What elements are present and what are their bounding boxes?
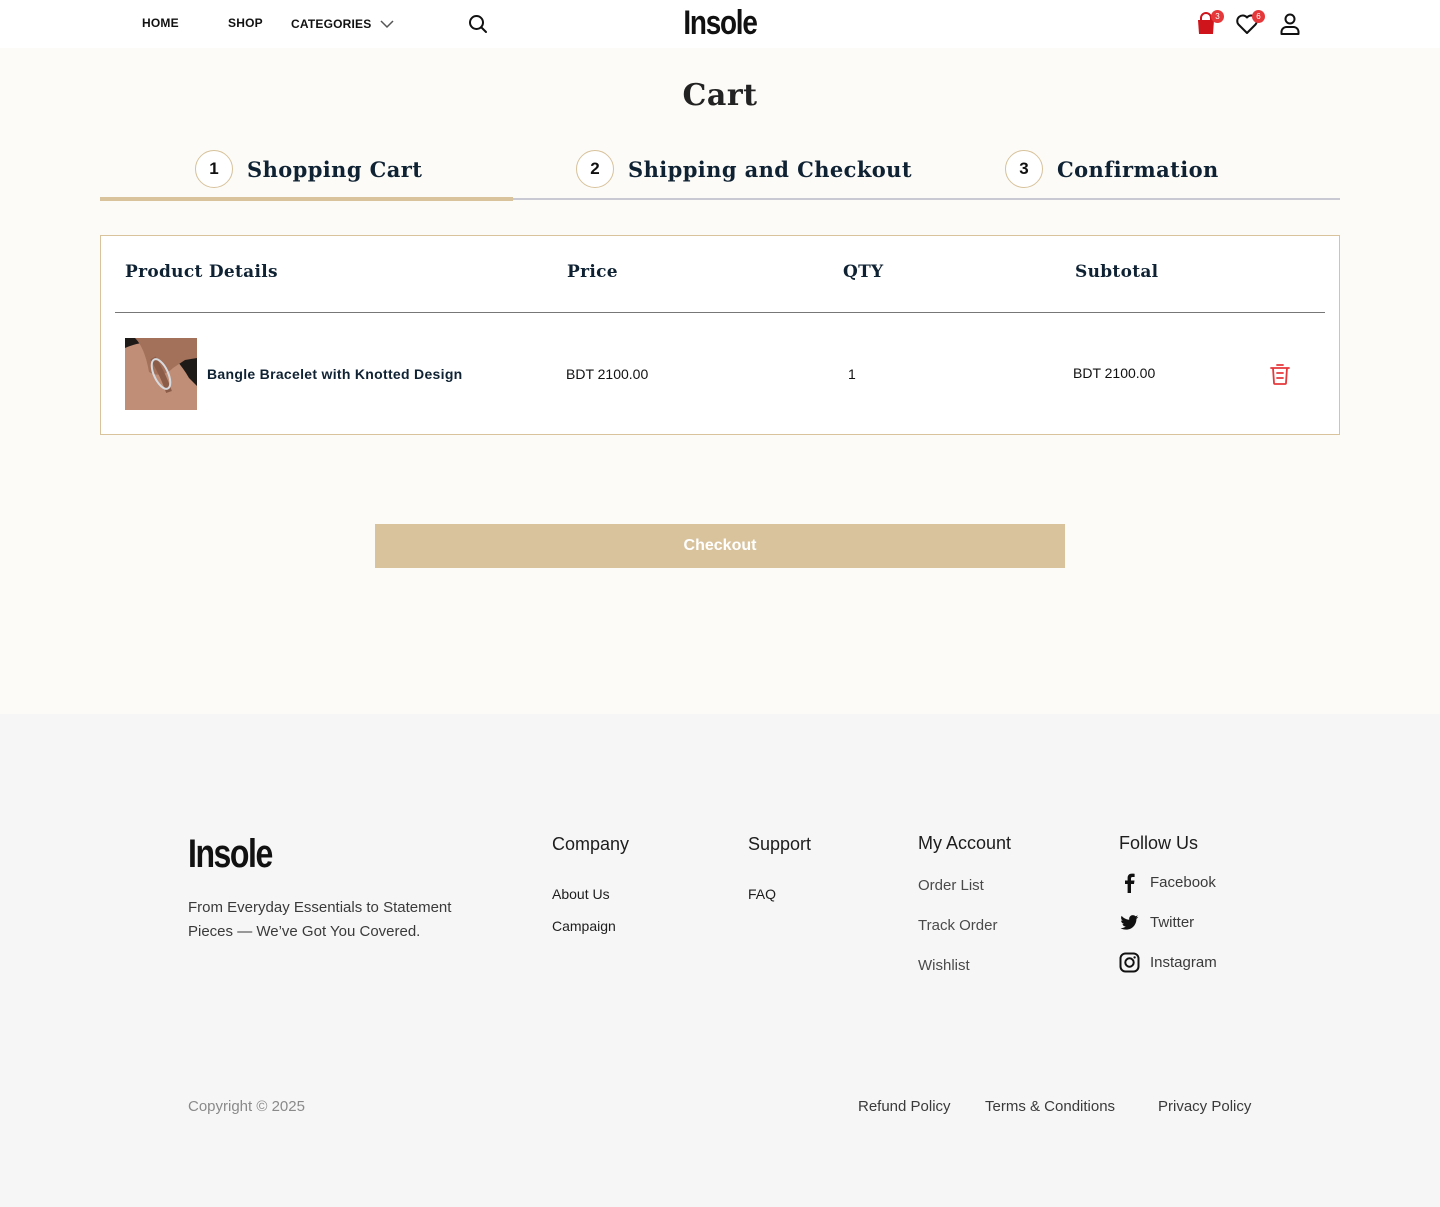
footer-follow-heading: Follow Us <box>1119 833 1199 853</box>
social-label: Facebook <box>1150 874 1216 891</box>
footer-account-heading: My Account <box>918 833 1012 853</box>
product-name-link[interactable]: Bangle Bracelet with Knotted Design <box>207 366 463 382</box>
column-header-qty: QTY <box>843 262 884 282</box>
footer-twitter-link[interactable]: Twitter <box>1119 912 1194 933</box>
account-button[interactable] <box>1278 12 1302 36</box>
page-title: Cart <box>682 78 758 113</box>
cart-count-badge: 3 <box>1211 10 1224 23</box>
facebook-icon <box>1125 873 1135 893</box>
footer-tagline: From Everyday Essentials to Statement Pi… <box>188 899 452 940</box>
footer-instagram-link[interactable]: Instagram <box>1119 952 1217 973</box>
footer-support-heading: Support <box>748 834 812 854</box>
step-number: 2 <box>576 150 614 188</box>
product-subtotal: BDT 2100.00 <box>1073 365 1156 381</box>
step-number: 3 <box>1005 150 1043 188</box>
terms-conditions-link[interactable]: Terms & Conditions <box>985 1098 1115 1115</box>
social-label: Twitter <box>1150 914 1195 931</box>
table-header-divider <box>115 312 1325 313</box>
column-header-product: Product Details <box>125 262 278 282</box>
product-thumbnail[interactable] <box>125 338 197 410</box>
product-image <box>125 338 197 410</box>
trash-icon[interactable] <box>1269 362 1291 386</box>
cart-table: Product Details Price QTY Subtotal Bangl… <box>100 235 1340 435</box>
site-logo[interactable]: Insole <box>130 4 1311 43</box>
step-shipping-checkout[interactable]: 2 Shipping and Checkout <box>576 150 912 188</box>
copyright-text: Copyright © 2025 <box>188 1098 305 1115</box>
twitter-icon <box>1120 915 1139 930</box>
user-icon <box>1280 13 1300 35</box>
column-header-price: Price <box>567 262 618 282</box>
checkout-steps: 1 Shopping Cart 2 Shipping and Checkout … <box>100 150 1340 202</box>
product-quantity[interactable]: 1 <box>848 366 856 382</box>
step-number: 1 <box>195 150 233 188</box>
product-price: BDT 2100.00 <box>566 366 649 382</box>
footer-track-order-link[interactable]: Track Order <box>918 917 997 934</box>
instagram-icon <box>1119 952 1140 973</box>
wishlist-button[interactable]: 6 <box>1235 10 1265 36</box>
step-shopping-cart[interactable]: 1 Shopping Cart <box>195 150 422 188</box>
step-confirmation[interactable]: 3 Confirmation <box>1005 150 1219 188</box>
column-header-subtotal: Subtotal <box>1075 262 1159 282</box>
footer-campaign-link[interactable]: Campaign <box>552 918 616 934</box>
footer-faq-link[interactable]: FAQ <box>748 886 776 902</box>
footer-wishlist-link[interactable]: Wishlist <box>918 957 970 974</box>
footer-company-heading: Company <box>552 834 630 854</box>
checkout-button[interactable]: Checkout <box>375 524 1065 568</box>
footer-facebook-link[interactable]: Facebook <box>1119 872 1216 893</box>
step-label: Shipping and Checkout <box>628 156 912 182</box>
refund-policy-link[interactable]: Refund Policy <box>858 1098 951 1115</box>
social-label: Instagram <box>1150 954 1217 971</box>
site-footer: Insole From Everyday Essentials to State… <box>0 714 1440 1207</box>
footer-logo[interactable]: Insole <box>188 832 273 877</box>
privacy-policy-link[interactable]: Privacy Policy <box>1158 1098 1251 1115</box>
wishlist-count-badge: 6 <box>1252 10 1265 23</box>
footer-about-link[interactable]: About Us <box>552 886 610 902</box>
cart-button[interactable]: 3 <box>1194 10 1224 36</box>
footer-order-list-link[interactable]: Order List <box>918 877 984 894</box>
top-header: HOME SHOP CATEGORIES Insole 3 6 <box>0 0 1440 48</box>
step-label: Confirmation <box>1057 156 1219 182</box>
steps-rail-progress <box>100 197 513 201</box>
step-label: Shopping Cart <box>247 156 423 182</box>
